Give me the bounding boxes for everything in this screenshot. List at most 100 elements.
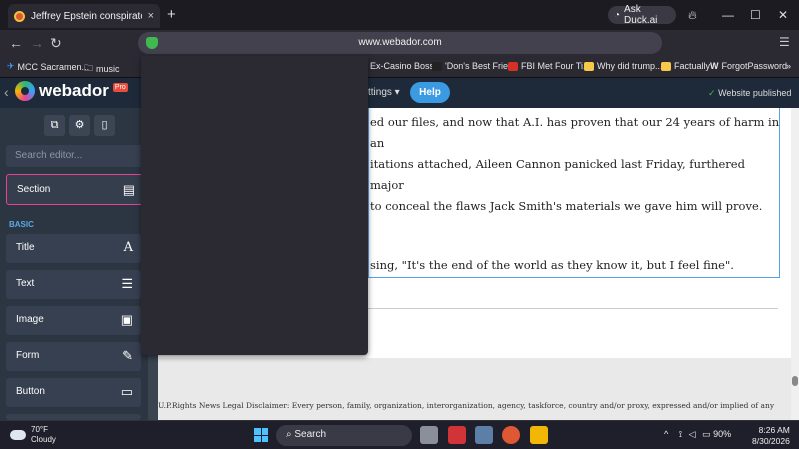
external-link-icon[interactable]: ⧉ <box>44 115 65 136</box>
more-bookmarks-icon[interactable]: » <box>786 61 791 71</box>
bookmark-item[interactable]: ✈ MCC Sacramen... <box>7 61 89 72</box>
form-block[interactable]: Form ✎ <box>6 342 141 371</box>
section-icon: ▤ <box>122 182 135 197</box>
paragraph-line: itations attached, Aileen Cannon panicke… <box>370 157 745 192</box>
block-label: Form <box>16 350 40 361</box>
settings-menu[interactable]: ttings ▾ <box>368 87 400 98</box>
bookmark-item[interactable]: FBI Met Four Ti... <box>508 61 591 71</box>
title-icon: A <box>123 240 133 255</box>
windows-taskbar: 70°F Cloudy ⌕ Search ^ ⟟ ◁ ▭ 90% 8:26 AM… <box>0 420 799 449</box>
taskbar-search[interactable]: ⌕ Search <box>276 425 412 446</box>
volume-icon: ◁ <box>688 429 696 439</box>
button-block[interactable]: Button ▭ <box>6 378 141 407</box>
webador-logo-icon <box>15 81 35 101</box>
clock[interactable]: 8:26 AM 8/30/2026 <box>752 425 790 447</box>
ask-duckai-button[interactable]: ◔ Ask Duck.ai <box>608 4 676 26</box>
form-icon: ✎ <box>122 348 133 363</box>
page-scrollbar[interactable] <box>791 108 799 420</box>
folder-icon: 🗀 <box>84 63 94 73</box>
battery-percent: 90% <box>713 429 732 439</box>
text-block[interactable]: Text ☰ <box>6 270 141 299</box>
maximize-button[interactable]: ☐ <box>750 8 761 22</box>
paragraph-line: to conceal the flaws Jack Smith's materi… <box>370 199 763 213</box>
logo-text: webador <box>39 81 109 100</box>
section-label: Section <box>17 184 51 195</box>
bookmark-label: Factually <box>674 61 711 71</box>
new-tab-button[interactable]: + <box>167 6 176 23</box>
url-text: www.webador.com <box>358 37 442 48</box>
title-block[interactable]: Title A <box>6 234 141 263</box>
status-badge: ✓ Website published <box>708 88 791 99</box>
minimize-button[interactable]: — <box>722 8 734 22</box>
bookmark-item[interactable]: Ex-Casino Boss... <box>370 61 442 71</box>
close-window-button[interactable]: ✕ <box>778 8 788 22</box>
site-icon <box>508 61 518 71</box>
editor-sidebar: ⧉ ⚙ ▯ Search editor... Section ▤ BASIC T… <box>0 108 148 420</box>
back-arrow-icon[interactable]: ← <box>9 35 23 51</box>
task-view-icon[interactable] <box>420 426 438 444</box>
article-paragraph[interactable]: ed our files, and now that A.I. has prov… <box>370 112 780 217</box>
bookmark-folder-music[interactable]: 🗀 music <box>84 61 120 77</box>
battery-icon: ▭ <box>702 429 711 439</box>
weather-widget[interactable]: 70°F Cloudy <box>10 425 56 445</box>
network-icon: ⟟ <box>678 429 683 439</box>
quote-line[interactable]: sing, "It's the end of the world as they… <box>370 258 734 272</box>
browser-tab[interactable]: Jeffrey Epstein conspirator, St × <box>8 4 160 28</box>
image-icon: ▣ <box>120 312 133 327</box>
collapse-chevron-icon[interactable]: ‹ <box>4 84 9 100</box>
site-icon <box>661 61 671 71</box>
date: 8/30/2026 <box>752 436 790 446</box>
text-icon: ☰ <box>121 276 133 291</box>
address-bar-dropdown[interactable] <box>141 56 368 355</box>
close-tab-icon[interactable]: × <box>148 10 154 22</box>
bookmark-label: FBI Met Four Ti... <box>521 61 591 71</box>
webador-logo: webador Pro <box>15 81 128 101</box>
search-label: Search <box>294 429 327 440</box>
help-button[interactable]: Help <box>410 82 450 103</box>
bookmark-label: Ex-Casino Boss... <box>370 61 442 71</box>
chat-bubble-icon: ◔ <box>614 9 621 21</box>
editor-header: ‹ webador Pro ttings ▾ Help ✓ Website pu… <box>0 78 799 108</box>
paragraph-line: ed our files, and now that A.I. has prov… <box>370 115 780 150</box>
bookmark-label: ForgotPassword <box>721 61 788 71</box>
reload-icon[interactable]: ↻ <box>50 35 62 52</box>
cloud-icon <box>10 430 26 440</box>
chevron-up-icon[interactable]: ^ <box>664 429 668 439</box>
app-icon[interactable] <box>448 426 466 444</box>
file-explorer-icon[interactable] <box>530 426 548 444</box>
duckduckgo-taskbar-icon[interactable] <box>502 426 520 444</box>
site-icon <box>584 61 594 71</box>
gear-icon[interactable]: ⚙ <box>69 115 90 136</box>
search-input[interactable]: Search editor... <box>6 145 144 167</box>
time: 8:26 AM <box>758 425 790 435</box>
windows-start-icon[interactable] <box>254 428 268 442</box>
forward-arrow-icon[interactable]: → <box>30 35 44 51</box>
bookmark-item[interactable]: Factually <box>661 61 710 71</box>
w-icon: W <box>710 61 719 71</box>
button-icon: ▭ <box>120 384 133 399</box>
menu-hamburger-icon[interactable]: ☰ <box>779 35 790 49</box>
checkmark-icon: ✓ <box>708 88 716 98</box>
section-block[interactable]: Section ▤ <box>6 174 144 205</box>
temperature: 70°F <box>31 425 48 434</box>
image-block[interactable]: Image ▣ <box>6 306 141 335</box>
duckduckgo-favicon-icon <box>14 10 25 22</box>
bookmark-label: 'Don's Best Frie... <box>445 61 516 71</box>
fire-icon[interactable]: 🔥︎ <box>688 8 697 23</box>
ask-duckai-label: Ask Duck.ai <box>624 4 658 26</box>
address-bar[interactable]: www.webador.com <box>138 32 662 54</box>
tab-title: Jeffrey Epstein conspirator, St <box>31 10 142 22</box>
scrollbar-thumb[interactable] <box>792 376 798 386</box>
system-tray[interactable]: ^ ⟟ ◁ ▭ 90% <box>664 429 731 440</box>
bookmarks-bar: ✈ MCC Sacramen... 🗀 music Ex-Casino Boss… <box>0 56 799 78</box>
mobile-preview-icon[interactable]: ▯ <box>94 115 115 136</box>
app-icon[interactable] <box>475 426 493 444</box>
bookmark-item[interactable]: W ForgotPassword <box>710 61 787 71</box>
pro-badge: Pro <box>112 82 128 92</box>
block-label: Text <box>16 278 35 289</box>
block-label: Image <box>16 314 44 325</box>
bookmark-item[interactable]: 'Don's Best Frie... <box>432 61 515 71</box>
block-label: Title <box>16 242 35 253</box>
bookmark-item[interactable]: Why did trump... <box>584 61 663 71</box>
tab-strip: Jeffrey Epstein conspirator, St × + ◔ As… <box>0 0 799 30</box>
